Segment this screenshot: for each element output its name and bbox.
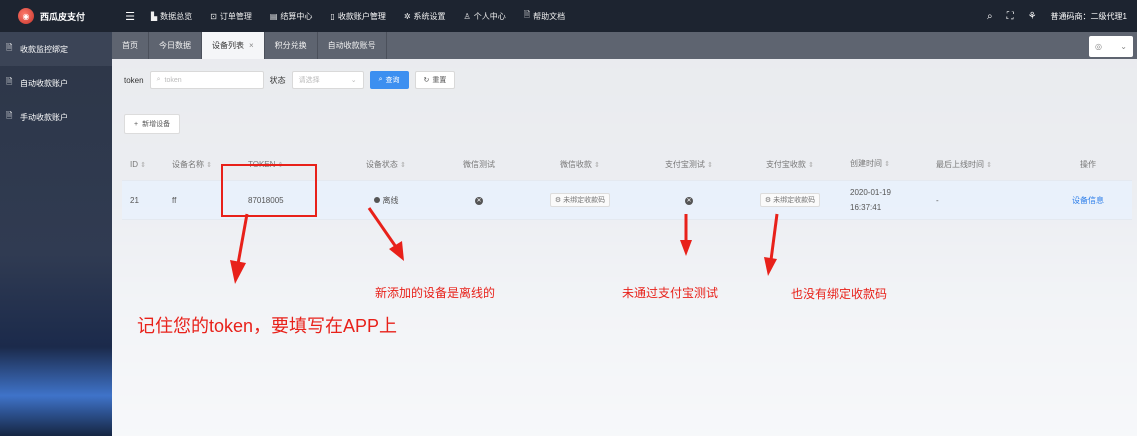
token-label: token <box>124 75 144 85</box>
nav-item-profile[interactable]: ♙ 个人中心 <box>455 0 515 32</box>
chevron-down-icon: ⌄ <box>1120 42 1127 51</box>
th-created[interactable]: 创建时间 ⇕ <box>842 156 924 172</box>
token-annotation: 记住您的token，要填写在APP上 <box>137 316 398 336</box>
gear-icon: ⚙ <box>554 197 562 204</box>
tab-today-data[interactable]: 今日数据 <box>149 32 202 59</box>
sort-icon: ⇕ <box>594 161 601 169</box>
tab-device-list[interactable]: 设备列表 × <box>202 32 265 59</box>
main-nav: ▙ 数据总览 ⊡ 订单管理 ▤ 结算中心 ▯ 收款账户管理 ✲ 系统设置 ♙ 个人中心 🗎 帮… <box>142 0 574 32</box>
th-actions: 操作 <box>1080 159 1096 169</box>
refresh-icon: ↻ <box>423 77 430 84</box>
status-select[interactable]: 请选择 ⌄ <box>291 71 364 89</box>
document-icon: 🗎 <box>6 111 13 120</box>
cell-id: 21 <box>130 195 139 205</box>
calendar-icon: ▤ <box>269 11 278 21</box>
th-last-online[interactable]: 最后上线时间 ⇕ <box>924 159 1044 170</box>
cell-last-online: - <box>936 195 939 205</box>
sort-icon: ⇕ <box>140 161 147 169</box>
token-highlight-box <box>221 164 317 217</box>
cell-created: 2020-01-19 16:37:41 <box>850 188 891 212</box>
sort-icon: ⇕ <box>808 161 815 169</box>
fail-icon: ✕ <box>685 197 693 205</box>
offline-annotation: 新添加的设备是离线的 <box>375 286 496 300</box>
cell-actions: 设备信息 <box>1044 195 1132 206</box>
add-device-button[interactable]: + 新增设备 <box>124 114 181 134</box>
user-label[interactable]: 普通码商：二级代理1 <box>1051 11 1127 22</box>
nav-item-settlement[interactable]: ▤ 结算中心 <box>261 0 322 32</box>
user-icon: ♙ <box>463 11 471 21</box>
tab-auto-accounts[interactable]: 自动收款账号 <box>318 32 387 59</box>
search-icon: ⌕ <box>378 76 383 83</box>
main-content: 首页 今日数据 设备列表 × 积分兑换 自动收款账号 ◎ ⌄ token ⌕ toke… <box>112 32 1137 436</box>
token-input[interactable]: ⌕ token <box>149 71 264 89</box>
document-icon: 🗎 <box>6 77 13 86</box>
th-status[interactable]: 设备状态 ⇕ <box>334 159 438 170</box>
sidebar: 🗎 收款监控绑定 🗎 自动收款账户 🗎 手动收款账户 <box>0 32 112 436</box>
cart-icon: ⊡ <box>210 11 217 21</box>
tab-home[interactable]: 首页 <box>112 32 149 59</box>
page-tabs: 首页 今日数据 设备列表 × 积分兑换 自动收款账号 ◎ ⌄ <box>112 32 1137 59</box>
gear-icon: ⚙ <box>764 197 772 204</box>
close-icon[interactable]: × <box>249 41 254 50</box>
cell-wechat-receive: ⚙ 未绑定收款码 <box>520 193 640 207</box>
nav-item-settings[interactable]: ✲ 系统设置 <box>395 0 455 32</box>
plus-icon: + <box>134 120 139 128</box>
chevron-down-icon: ⌄ <box>350 77 357 84</box>
device-info-link[interactable]: 设备信息 <box>1072 196 1104 205</box>
arrow-token <box>230 213 249 284</box>
unbound-tag: ⚙ 未绑定收款码 <box>549 193 611 207</box>
search-icon: ⌕ <box>156 76 161 83</box>
status-label: 状态 <box>269 75 286 85</box>
fail-icon: ✕ <box>475 197 483 205</box>
top-right-tools: ⌕ ⛶ ⚘ 普通码商：二级代理1 <box>987 0 1127 32</box>
fullscreen-icon[interactable]: ⛶ <box>1007 11 1014 22</box>
unbound-tag: ⚙ 未绑定收款码 <box>759 193 821 207</box>
th-wechat-receive[interactable]: 微信收款 ⇕ <box>520 159 640 170</box>
arrow-offline <box>367 207 404 261</box>
sort-icon: ⇕ <box>206 161 213 169</box>
brand-logo-icon: ◉ <box>18 8 34 24</box>
phone-icon: ▯ <box>330 11 335 21</box>
th-id[interactable]: ID ⇕ <box>122 160 164 169</box>
search-icon[interactable]: ⌕ <box>987 11 993 22</box>
nav-item-orders[interactable]: ⊡ 订单管理 <box>201 0 261 32</box>
sidebar-item-manual-accounts[interactable]: 🗎 手动收款账户 <box>0 100 112 134</box>
chart-icon: ▙ <box>151 11 158 21</box>
th-alipay-receive[interactable]: 支付宝收款 ⇕ <box>738 159 842 170</box>
document-icon: 🗎 <box>523 10 531 19</box>
theme-icon[interactable]: ⚘ <box>1028 11 1037 22</box>
cell-status: 离线 <box>334 195 438 206</box>
nav-item-accounts[interactable]: ▯ 收款账户管理 <box>321 0 394 32</box>
menu-toggle-icon[interactable]: ☰ <box>118 10 142 23</box>
status-dot-icon <box>373 197 380 204</box>
nav-item-dashboard[interactable]: ▙ 数据总览 <box>142 0 201 32</box>
cell-alipay-test: ✕ <box>640 195 738 205</box>
sidebar-item-auto-accounts[interactable]: 🗎 自动收款账户 <box>0 66 112 100</box>
alipay-code-annotation: 也没有绑定收款码 <box>791 287 888 301</box>
arrow-alipay-test <box>680 214 692 256</box>
cell-wechat-test: ✕ <box>438 195 520 205</box>
sort-icon: ⇕ <box>400 161 407 169</box>
brand[interactable]: ◉ 西瓜皮支付 <box>0 0 112 32</box>
alipay-test-annotation: 未通过支付宝测试 <box>622 286 719 300</box>
gear-icon: ✲ <box>403 11 411 21</box>
cell-alipay-receive: ⚙ 未绑定收款码 <box>738 193 842 207</box>
sort-icon: ⇕ <box>986 161 993 169</box>
tab-menu-dropdown[interactable]: ◎ ⌄ <box>1089 36 1133 57</box>
sidebar-item-monitor[interactable]: 🗎 收款监控绑定 <box>0 32 112 66</box>
tab-points-exchange[interactable]: 积分兑换 <box>265 32 318 59</box>
sort-icon: ⇕ <box>707 161 714 169</box>
th-wechat-test: 微信测试 <box>463 159 495 169</box>
search-button[interactable]: ⌕ 查询 <box>369 71 409 89</box>
arrow-alipay-code <box>764 213 779 276</box>
target-icon: ◎ <box>1095 42 1102 51</box>
reset-button[interactable]: ↻ 重置 <box>414 71 456 89</box>
top-navbar: ◉ 西瓜皮支付 ☰ ▙ 数据总览 ⊡ 订单管理 ▤ 结算中心 ▯ 收款账户管理 ✲ 系统设… <box>0 0 1137 32</box>
document-icon: 🗎 <box>6 43 13 52</box>
nav-item-help[interactable]: 🗎 帮助文档 <box>515 0 574 32</box>
sort-icon: ⇕ <box>884 161 891 168</box>
filter-bar: token ⌕ token 状态 请选择 ⌄ ⌕ 查询 ↻ 重置 <box>124 70 456 90</box>
th-alipay-test[interactable]: 支付宝测试 ⇕ <box>640 159 738 170</box>
brand-name: 西瓜皮支付 <box>40 11 86 22</box>
